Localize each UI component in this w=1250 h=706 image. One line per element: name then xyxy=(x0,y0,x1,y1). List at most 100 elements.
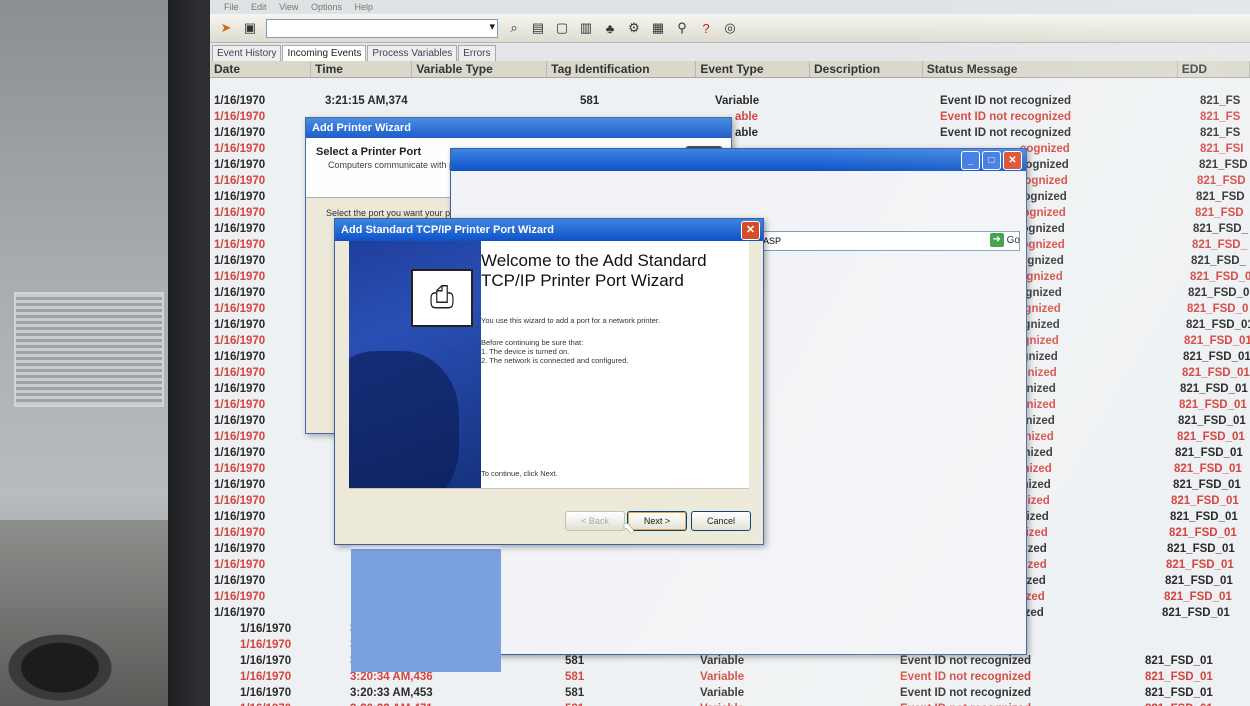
col-date[interactable]: Date xyxy=(210,61,312,77)
cell-edd: 821_FSD_01 xyxy=(1165,575,1233,587)
cell-date: 1/16/1970 xyxy=(240,639,292,651)
cell-date: 1/16/1970 xyxy=(240,655,292,667)
cell-date: 1/16/1970 xyxy=(214,479,266,491)
table-row[interactable]: 1/16/1970 3:20:32 AM,471 581 Variable Event … xyxy=(210,701,1250,706)
table-row[interactable]: 1/16/1970 3:20:33 AM,453 581 Variable Event … xyxy=(210,685,1250,701)
cell-date: 1/16/1970 xyxy=(214,575,266,587)
wall-vent xyxy=(14,292,164,407)
cell-status: Event ID not recognized xyxy=(940,111,1071,123)
help-icon[interactable]: ? xyxy=(698,20,714,36)
cell-edd: 821_FSD_01 xyxy=(1162,607,1230,619)
go-arrow-icon: ➜ xyxy=(989,233,1004,247)
cell-date: 1/16/1970 xyxy=(214,95,266,107)
cell-event: Variable xyxy=(700,687,745,699)
cell-event: Variable xyxy=(700,671,745,683)
arrow-icon[interactable]: ➤ xyxy=(218,20,234,36)
wizard-content: Welcome to the Add Standard TCP/IP Print… xyxy=(481,241,749,488)
search-icon[interactable]: ⚲ xyxy=(674,20,690,36)
cell-edd: 821_FSD_0 xyxy=(1188,287,1250,299)
about-icon[interactable]: ◎ xyxy=(722,20,738,36)
menu-item[interactable]: Help xyxy=(354,2,373,12)
check-device-on: 1. The device is turned on. xyxy=(481,347,570,356)
chart-icon[interactable]: ▦ xyxy=(650,20,666,36)
wizard-button-bar: < Back Next > Cancel xyxy=(349,488,751,531)
binoculars-icon[interactable]: ⌕ xyxy=(506,20,522,36)
network-icon[interactable]: ♣ xyxy=(602,20,618,36)
menu-item[interactable]: View xyxy=(279,2,298,12)
col-variable-type[interactable]: Variable Type xyxy=(412,61,548,77)
col-status-message[interactable]: Status Message xyxy=(923,61,1178,77)
col-edd[interactable]: EDD xyxy=(1178,61,1250,77)
save-icon[interactable]: ▣ xyxy=(242,20,258,36)
filter-combo[interactable] xyxy=(266,18,498,38)
table-row[interactable]: 1/16/1970 3:21:15 AM,374 581 Variable Ev… xyxy=(210,93,1250,109)
cell-event: able xyxy=(735,111,759,123)
print-icon[interactable]: ▤ xyxy=(530,20,546,36)
cancel-button[interactable]: Cancel xyxy=(691,511,751,531)
cell-date: 1/16/1970 xyxy=(214,399,266,411)
col-event-type[interactable]: Event Type xyxy=(696,61,811,77)
cell-edd: 821_FSD_ xyxy=(1192,239,1247,251)
cell-edd: 821_FSD_01 xyxy=(1170,511,1238,523)
tcpip-port-wizard: Add Standard TCP/IP Printer Port Wizard … xyxy=(334,218,764,545)
check-network: 2. The network is connected and configur… xyxy=(481,356,629,365)
cell-date: 1/16/1970 xyxy=(214,383,266,395)
cell-edd: 821_FSD_01 xyxy=(1174,463,1242,475)
cell-date: 1/16/1970 xyxy=(214,303,266,315)
cell-date: 1/16/1970 xyxy=(214,271,266,283)
cell-date: 1/16/1970 xyxy=(240,701,291,706)
col-tag-identification[interactable]: Tag Identification xyxy=(547,61,697,77)
preview-icon[interactable]: ▢ xyxy=(554,20,570,36)
cell-edd: 821_FSD xyxy=(1196,191,1245,203)
go-button[interactable]: ➜ Go xyxy=(989,233,1020,247)
cell-edd: 821_FSD_01 xyxy=(1182,367,1250,379)
cell-edd: 821_FS xyxy=(1200,127,1241,139)
cell-edd: 821_FSD_01 xyxy=(1145,701,1213,706)
cell-date: 1/16/1970 xyxy=(214,511,266,523)
minimize-icon[interactable]: _ xyxy=(961,151,980,170)
cell-edd: 821_FSD_01 xyxy=(1183,351,1250,363)
tab-process-variables[interactable]: Process Variables xyxy=(367,45,458,61)
cell-edd: 821_FSD_01 xyxy=(1175,447,1243,459)
print-setup-icon[interactable]: ▥ xyxy=(578,20,594,36)
back-button[interactable]: < Back xyxy=(565,511,625,531)
close-icon[interactable]: ✕ xyxy=(741,221,760,240)
tab-incoming-events[interactable]: Incoming Events xyxy=(282,45,367,61)
close-icon[interactable]: ✕ xyxy=(1003,151,1022,170)
col-time[interactable]: Time xyxy=(311,61,413,77)
cell-edd: 821_FSD xyxy=(1195,207,1244,219)
menu-bar: File Edit View Options Help xyxy=(210,0,1250,14)
cell-date: 1/16/1970 xyxy=(214,559,266,571)
cell-date: 1/16/1970 xyxy=(214,447,266,459)
cell-date: 1/16/1970 xyxy=(214,543,266,555)
toolbar: ➤ ▣ ⌕ ▤ ▢ ▥ ♣ ⚙ ▦ ⚲ ? ◎ xyxy=(210,14,1250,43)
cell-date: 1/16/1970 xyxy=(214,239,266,251)
cell-date: 1/16/1970 xyxy=(214,415,266,427)
cell-edd: 821_FSI xyxy=(1200,143,1244,155)
printers-window-titlebar xyxy=(451,149,1026,171)
add-printer-wizard-title: Add Printer Wizard xyxy=(306,118,731,138)
settings-icon[interactable]: ⚙ xyxy=(626,20,642,36)
cell-date: 1/16/1970 xyxy=(214,207,266,219)
cell-event: Variable xyxy=(700,701,744,706)
tcpip-wizard-title: Add Standard TCP/IP Printer Port Wizard xyxy=(341,224,555,236)
cell-time: 3:20:33 AM,453 xyxy=(350,687,433,699)
printer-wizard-icon: ⎙ xyxy=(411,269,473,327)
menu-item[interactable]: File xyxy=(224,2,239,12)
menu-item[interactable]: Options xyxy=(311,2,342,12)
col-description[interactable]: Description xyxy=(810,61,923,77)
welcome-heading: Welcome to the Add Standard TCP/IP Print… xyxy=(481,251,707,290)
next-button[interactable]: Next > xyxy=(627,511,687,531)
cell-date: 1/16/1970 xyxy=(214,255,266,267)
window-buttons: _ □ ✕ xyxy=(961,151,1022,170)
cell-date: 1/16/1970 xyxy=(214,463,266,475)
cell-edd: 821_FSD_0 xyxy=(1187,303,1249,315)
menu-item[interactable]: Edit xyxy=(251,2,267,12)
maximize-icon[interactable]: □ xyxy=(982,151,1001,170)
cell-edd: 821_FSD_01 xyxy=(1184,335,1250,347)
cell-edd: 821_FS xyxy=(1200,111,1241,123)
cell-edd: 821_FSD_01 xyxy=(1167,543,1235,555)
cell-time: 3:21:15 AM,374 xyxy=(325,95,408,107)
tab-event-history[interactable]: Event History xyxy=(212,45,282,61)
tab-errors[interactable]: Errors xyxy=(458,45,496,61)
